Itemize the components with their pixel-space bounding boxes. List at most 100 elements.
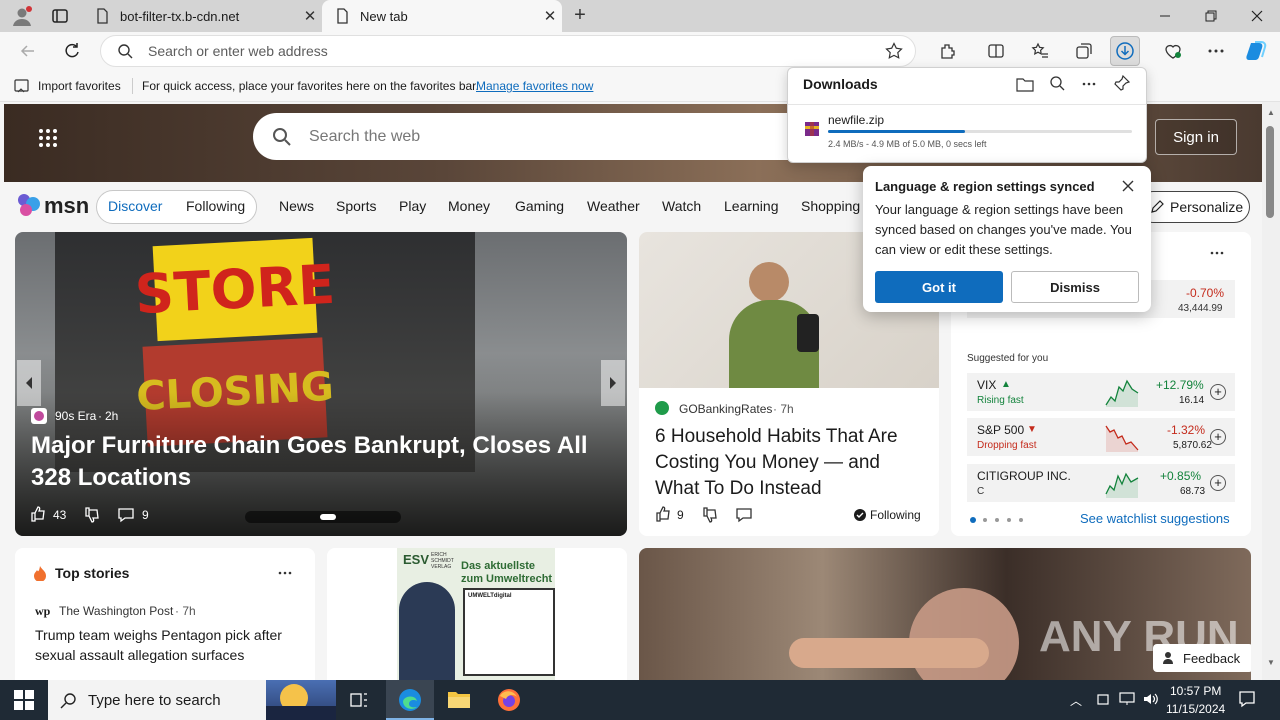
pin-icon[interactable] bbox=[1114, 75, 1130, 91]
dislike-icon[interactable] bbox=[701, 506, 719, 524]
feedback-button[interactable]: Feedback bbox=[1153, 644, 1251, 672]
story-source[interactable]: The Washington Post bbox=[59, 604, 173, 618]
nav-play[interactable]: Play bbox=[399, 198, 426, 214]
suggested-label: Suggested for you bbox=[967, 353, 1049, 364]
msn-logo-text: msn bbox=[44, 193, 90, 218]
phone bbox=[797, 314, 819, 352]
taskbar-date[interactable]: 11/15/2024 bbox=[1166, 702, 1225, 716]
apps-grid-icon[interactable] bbox=[38, 128, 58, 148]
manage-favorites-link[interactable]: Manage favorites now bbox=[476, 79, 593, 93]
comment-icon[interactable] bbox=[735, 506, 753, 524]
firefox-icon[interactable] bbox=[497, 688, 521, 712]
more-options-icon[interactable] bbox=[1081, 81, 1097, 87]
favorites-icon[interactable] bbox=[1027, 38, 1053, 64]
top-story-headline[interactable]: Trump team weighs Pentagon pick after se… bbox=[35, 625, 297, 665]
edge-taskbar-button[interactable] bbox=[386, 680, 434, 720]
close-tab-icon[interactable]: ✕ bbox=[298, 7, 322, 25]
favorite-star-icon[interactable] bbox=[885, 42, 903, 60]
dismiss-button[interactable]: Dismiss bbox=[1011, 271, 1139, 303]
copilot-icon[interactable] bbox=[1244, 38, 1270, 64]
msn-logo-icon[interactable] bbox=[16, 192, 42, 218]
restore-button[interactable] bbox=[1188, 0, 1234, 32]
like-icon[interactable] bbox=[29, 505, 47, 523]
ad-card[interactable]: ESV ERICH SCHMIDT VERLAG Das aktuellste … bbox=[327, 548, 627, 688]
import-favorites-button[interactable]: Import favorites bbox=[38, 79, 121, 93]
minimize-button[interactable] bbox=[1142, 0, 1188, 32]
close-icon[interactable] bbox=[1122, 180, 1134, 192]
close-tab-icon[interactable]: ✕ bbox=[538, 7, 562, 25]
network-status-icon[interactable] bbox=[1096, 692, 1110, 706]
scrollbar[interactable]: ▲ ▼ bbox=[1262, 102, 1280, 680]
like-icon[interactable] bbox=[654, 505, 672, 523]
scroll-up-icon[interactable]: ▲ bbox=[1267, 108, 1275, 117]
show-hidden-icons[interactable]: ︿ bbox=[1070, 692, 1082, 709]
more-options-icon[interactable] bbox=[277, 570, 293, 576]
notifications-icon[interactable] bbox=[1238, 690, 1256, 708]
tab-actions-icon[interactable] bbox=[50, 6, 70, 26]
comment-icon[interactable] bbox=[117, 506, 135, 524]
add-to-watchlist-button[interactable]: + bbox=[1210, 475, 1226, 491]
sign-in-button[interactable]: Sign in bbox=[1155, 119, 1237, 155]
pager-dots[interactable] bbox=[969, 516, 1025, 524]
hero-source[interactable]: 90s Era bbox=[55, 409, 96, 423]
add-to-watchlist-button[interactable]: + bbox=[1210, 384, 1226, 400]
taskbar-search-placeholder: Type here to search bbox=[88, 692, 221, 709]
stock-row-sp500[interactable]: S&P 500 ▼ Dropping fast -1.32% 5,870.62 … bbox=[967, 418, 1235, 456]
carousel-dots[interactable] bbox=[245, 511, 401, 523]
add-to-watchlist-button[interactable]: + bbox=[1210, 429, 1226, 445]
tab-following[interactable]: Following bbox=[186, 198, 245, 214]
new-tab-button[interactable]: + bbox=[568, 4, 592, 28]
profile-icon[interactable] bbox=[10, 4, 34, 28]
nav-sports[interactable]: Sports bbox=[336, 198, 376, 214]
tab-discover[interactable]: Discover bbox=[108, 198, 162, 214]
nav-learning[interactable]: Learning bbox=[724, 198, 779, 214]
file-explorer-icon[interactable] bbox=[447, 688, 471, 710]
search-downloads-icon[interactable] bbox=[1049, 75, 1065, 91]
story2-source[interactable]: GOBankingRates bbox=[679, 402, 772, 416]
download-file-name[interactable]: newfile.zip bbox=[828, 113, 884, 127]
tab-new-tab[interactable]: New tab ✕ bbox=[322, 0, 562, 32]
collections-icon[interactable] bbox=[1071, 38, 1097, 64]
split-screen-icon[interactable] bbox=[983, 38, 1009, 64]
following-label[interactable]: Following bbox=[870, 508, 921, 522]
ethernet-icon[interactable] bbox=[1119, 692, 1135, 706]
more-menu-icon[interactable] bbox=[1203, 38, 1229, 64]
taskbar-search-box[interactable]: Type here to search bbox=[48, 680, 336, 720]
extensions-icon[interactable] bbox=[935, 38, 961, 64]
browser-essentials-icon[interactable] bbox=[1160, 38, 1186, 64]
windows-start-icon[interactable] bbox=[14, 690, 34, 710]
volume-icon[interactable] bbox=[1142, 691, 1158, 707]
downloads-button[interactable] bbox=[1110, 36, 1140, 66]
task-view-icon[interactable] bbox=[349, 690, 369, 710]
tab-bot-filter[interactable]: bot-filter-tx.b-cdn.net ✕ bbox=[84, 0, 322, 32]
web-search-box[interactable]: Search the web bbox=[253, 113, 813, 160]
scroll-thumb[interactable] bbox=[1266, 126, 1274, 218]
got-it-button[interactable]: Got it bbox=[875, 271, 1003, 303]
nav-weather[interactable]: Weather bbox=[587, 198, 640, 214]
more-options-icon[interactable] bbox=[1209, 250, 1225, 256]
comment-count: 9 bbox=[142, 508, 149, 522]
hero-headline[interactable]: Major Furniture Chain Goes Bankrupt, Clo… bbox=[31, 430, 616, 494]
hero-story-card[interactable]: STORE CLOSING 90s Era · 2h Major Furnitu… bbox=[15, 232, 627, 536]
back-button[interactable] bbox=[15, 38, 41, 64]
stock-row-citigroup[interactable]: CITIGROUP INC. C +0.85% 68.73 + bbox=[967, 464, 1235, 502]
next-slide-button[interactable] bbox=[601, 360, 625, 406]
personalize-button[interactable]: Personalize bbox=[1137, 191, 1250, 223]
sparkline bbox=[1105, 377, 1139, 407]
video-story-card[interactable]: ANY RUN Feedback bbox=[639, 548, 1251, 688]
prev-slide-button[interactable] bbox=[17, 360, 41, 406]
open-folder-icon[interactable] bbox=[1016, 76, 1034, 92]
close-window-button[interactable] bbox=[1234, 0, 1280, 32]
nav-money[interactable]: Money bbox=[448, 198, 490, 214]
refresh-button[interactable] bbox=[59, 38, 85, 64]
nav-shopping[interactable]: Shopping bbox=[801, 198, 860, 214]
taskbar-time[interactable]: 10:57 PM bbox=[1170, 684, 1221, 698]
story2-headline[interactable]: 6 Household Habits That Are Costing You … bbox=[655, 424, 927, 502]
stock-row-vix[interactable]: VIX ▲ Rising fast +12.79% 16.14 + bbox=[967, 373, 1235, 411]
scroll-down-icon[interactable]: ▼ bbox=[1267, 658, 1275, 667]
nav-gaming[interactable]: Gaming bbox=[515, 198, 564, 214]
nav-watch[interactable]: Watch bbox=[662, 198, 701, 214]
dislike-icon[interactable] bbox=[83, 506, 101, 524]
see-watchlist-suggestions-link[interactable]: See watchlist suggestions bbox=[1080, 511, 1230, 526]
nav-news[interactable]: News bbox=[279, 198, 314, 214]
